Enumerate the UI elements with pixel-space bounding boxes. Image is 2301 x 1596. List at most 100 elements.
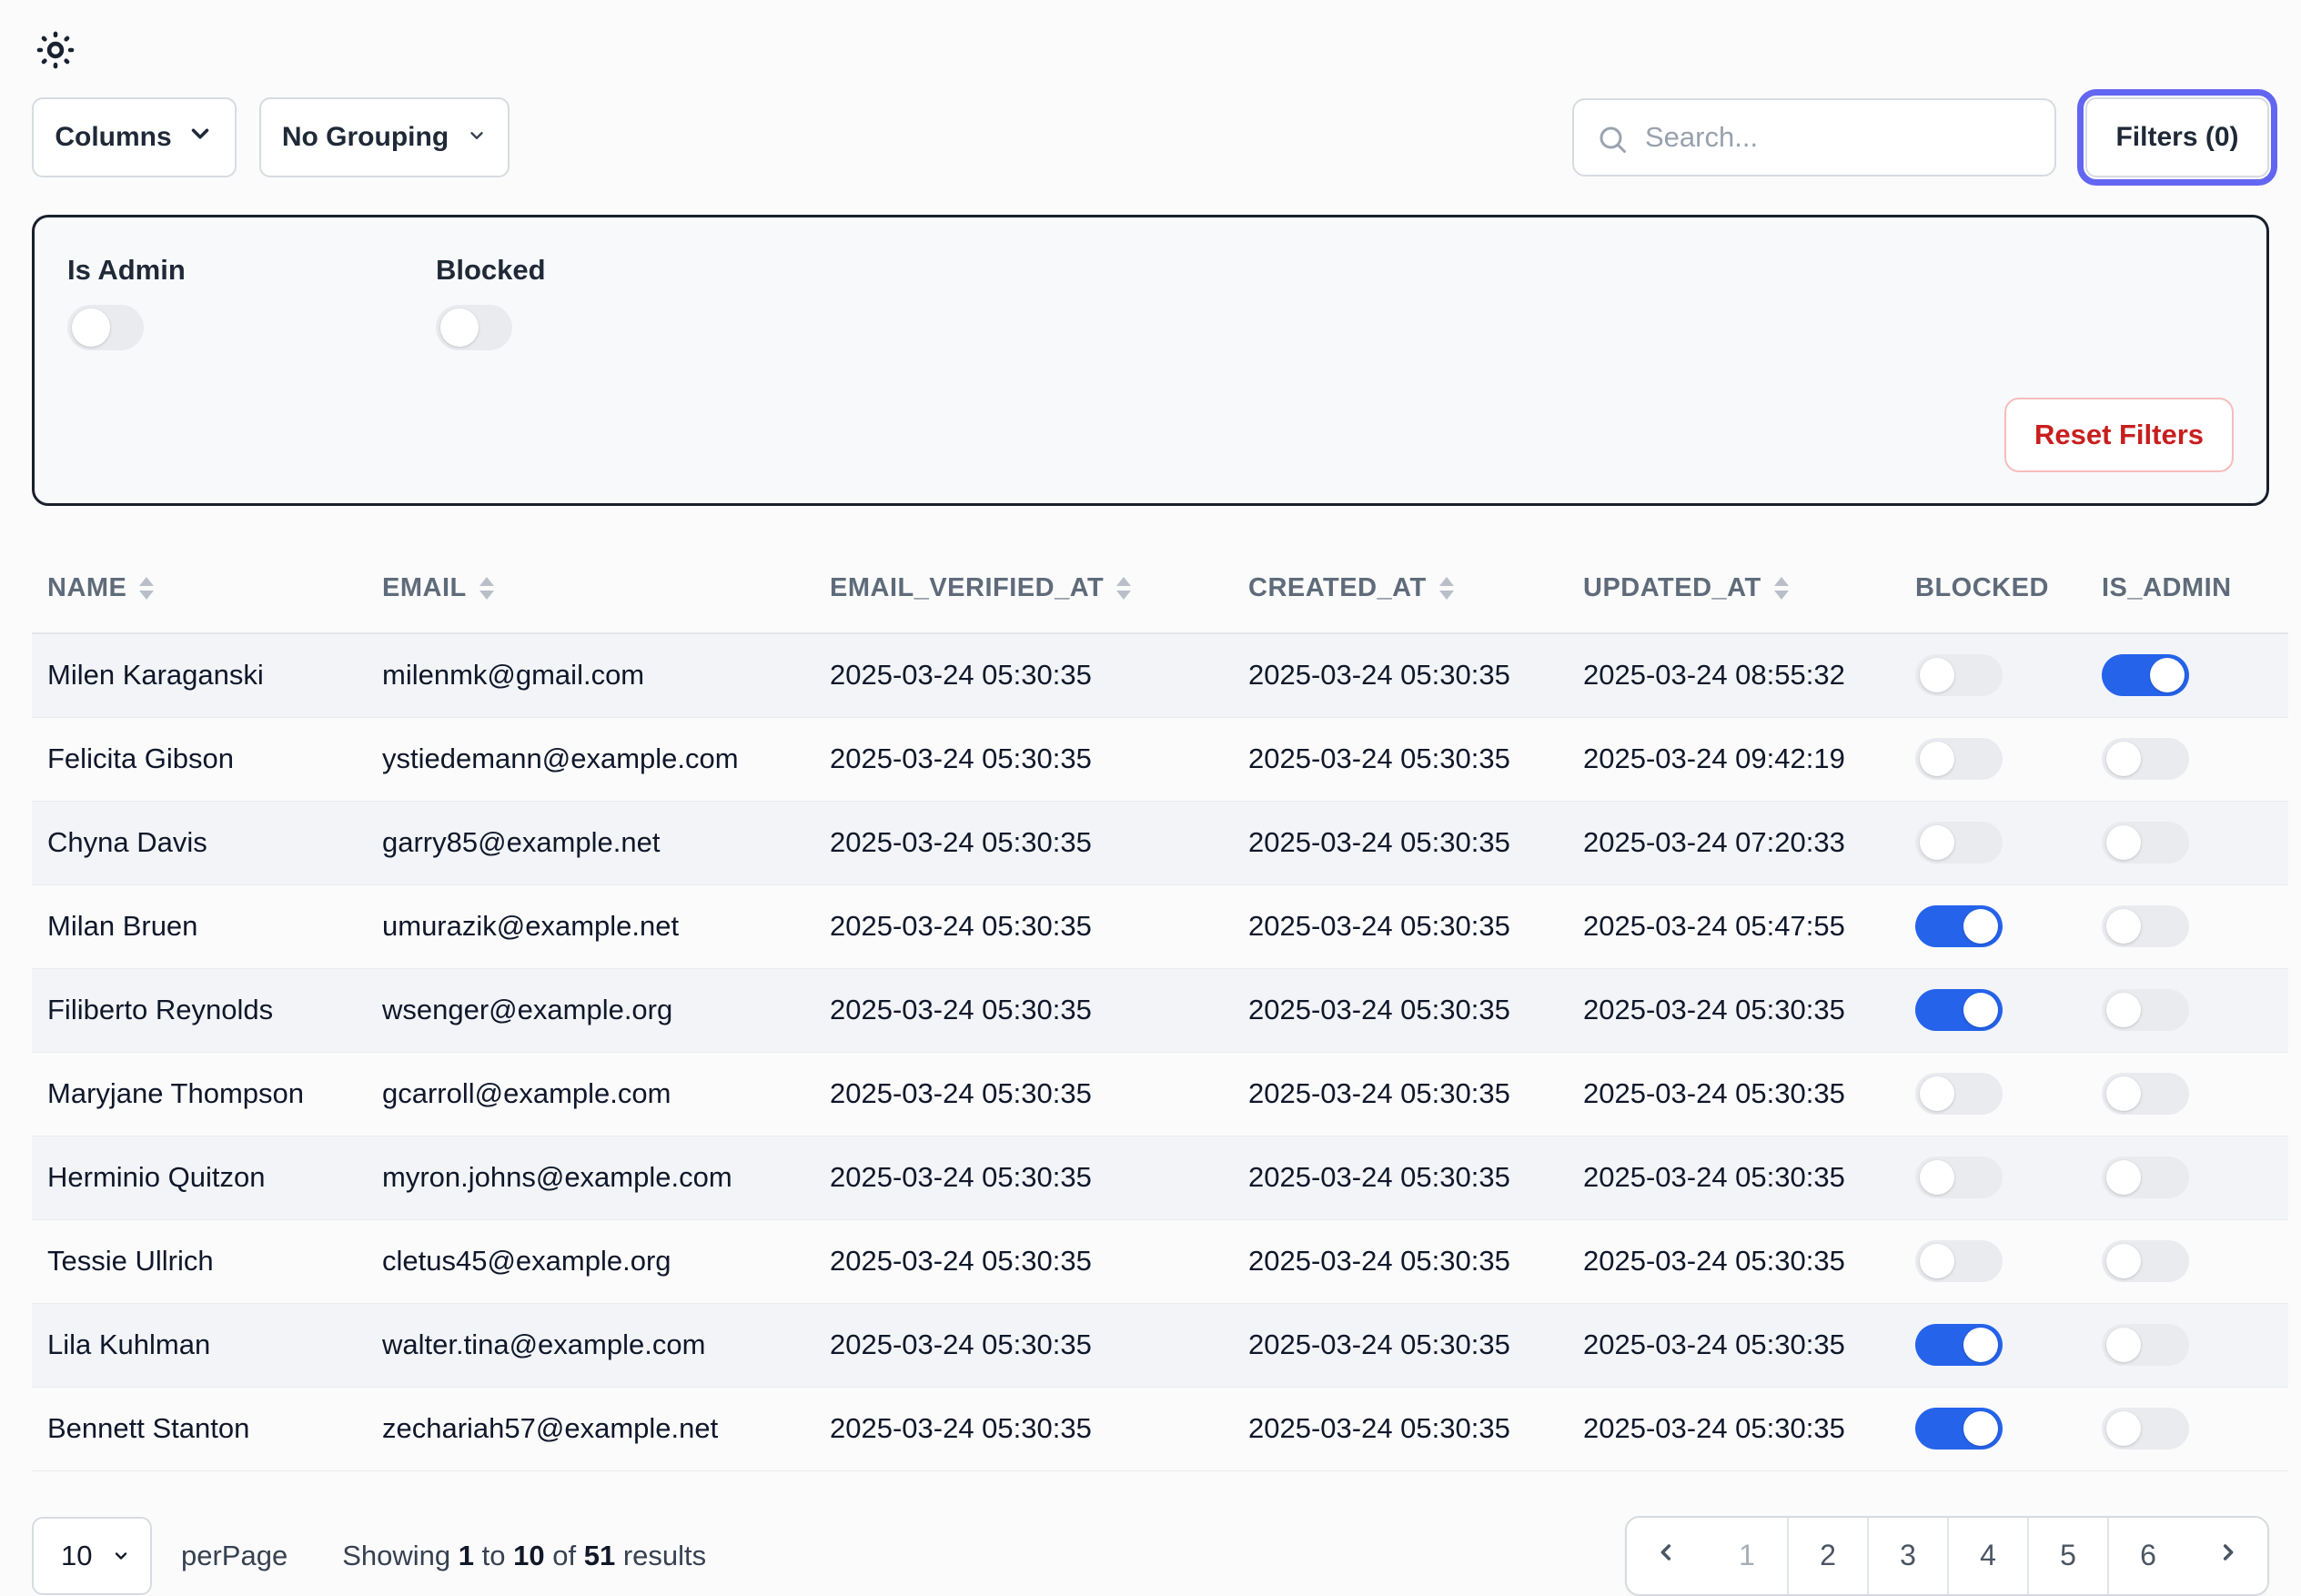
- blocked-toggle[interactable]: [1915, 1324, 2003, 1366]
- is-admin-toggle[interactable]: [2102, 1073, 2189, 1115]
- blocked-filter-toggle[interactable]: [436, 305, 512, 350]
- cell-email: cletus45@example.org: [367, 1219, 814, 1303]
- cell-email_verified_at: 2025-03-24 05:30:35: [814, 717, 1233, 801]
- cell-name: Bennett Stanton: [32, 1387, 367, 1470]
- blocked-toggle[interactable]: [1915, 1408, 2003, 1450]
- blocked-toggle[interactable]: [1915, 989, 2003, 1031]
- cell-is_admin: [2086, 1387, 2288, 1470]
- theme-toggle-button[interactable]: [32, 27, 79, 75]
- is-admin-toggle[interactable]: [2102, 989, 2189, 1031]
- chevron-down-icon: [112, 1540, 130, 1572]
- switch-knob: [2106, 1244, 2141, 1278]
- is-admin-toggle[interactable]: [2102, 1324, 2189, 1366]
- top-bar: [32, 27, 2269, 75]
- blocked-toggle[interactable]: [1915, 822, 2003, 864]
- chevron-right-icon: [2215, 1539, 2240, 1572]
- column-header-updated_at[interactable]: UPDATED_AT: [1568, 544, 1900, 633]
- column-header-blocked: BLOCKED: [1900, 544, 2086, 633]
- cell-name: Chyna Davis: [32, 801, 367, 884]
- grouping-select[interactable]: No Grouping: [259, 97, 510, 177]
- sort-icon: [479, 577, 494, 600]
- cell-blocked: [1900, 717, 2086, 801]
- page-button-1[interactable]: 1: [1707, 1518, 1787, 1594]
- table-row: Herminio Quitzonmyron.johns@example.com2…: [32, 1136, 2288, 1219]
- page-button-6[interactable]: 6: [2107, 1518, 2187, 1594]
- table-row: Maryjane Thompsongcarroll@example.com202…: [32, 1052, 2288, 1136]
- is-admin-filter-toggle[interactable]: [67, 305, 144, 350]
- cell-updated_at: 2025-03-24 05:30:35: [1568, 968, 1900, 1052]
- blocked-toggle[interactable]: [1915, 1073, 2003, 1115]
- pagination-bar: 10 perPage Showing 1 to 10 of 51 results: [32, 1517, 2269, 1595]
- cell-email_verified_at: 2025-03-24 05:30:35: [814, 1219, 1233, 1303]
- cell-email_verified_at: 2025-03-24 05:30:35: [814, 1387, 1233, 1470]
- column-header-created_at[interactable]: CREATED_AT: [1233, 544, 1568, 633]
- is-admin-toggle[interactable]: [2102, 738, 2189, 780]
- switch-knob: [2106, 825, 2141, 860]
- reset-filters-button[interactable]: Reset Filters: [2004, 398, 2234, 472]
- search-input[interactable]: [1645, 121, 2027, 154]
- columns-dropdown-button[interactable]: Columns: [32, 97, 237, 177]
- cell-created_at: 2025-03-24 05:30:35: [1233, 884, 1568, 968]
- switch-knob: [2106, 909, 2141, 944]
- cell-name: Milen Karaganski: [32, 633, 367, 717]
- switch-knob: [440, 308, 479, 347]
- sort-icon: [1116, 577, 1131, 600]
- cell-is_admin: [2086, 1303, 2288, 1387]
- previous-page-button[interactable]: [1627, 1518, 1707, 1594]
- cell-blocked: [1900, 801, 2086, 884]
- blocked-toggle[interactable]: [1915, 905, 2003, 947]
- column-header-is_admin: IS_ADMIN: [2086, 544, 2288, 633]
- cell-is_admin: [2086, 1219, 2288, 1303]
- page-button-5[interactable]: 5: [2027, 1518, 2107, 1594]
- filters-button[interactable]: Filters (0): [2085, 97, 2269, 177]
- table-row: Bennett Stantonzechariah57@example.net20…: [32, 1387, 2288, 1470]
- blocked-toggle[interactable]: [1915, 738, 2003, 780]
- cell-email_verified_at: 2025-03-24 05:30:35: [814, 968, 1233, 1052]
- cell-blocked: [1900, 884, 2086, 968]
- blocked-toggle[interactable]: [1915, 654, 2003, 696]
- cell-updated_at: 2025-03-24 07:20:33: [1568, 801, 1900, 884]
- results-summary: Showing 1 to 10 of 51 results: [342, 1540, 706, 1572]
- cell-name: Felicita Gibson: [32, 717, 367, 801]
- per-page-select[interactable]: 10: [32, 1517, 152, 1595]
- next-page-button[interactable]: [2187, 1518, 2267, 1594]
- cell-email_verified_at: 2025-03-24 05:30:35: [814, 1136, 1233, 1219]
- column-header-email[interactable]: EMAIL: [367, 544, 814, 633]
- cell-name: Lila Kuhlman: [32, 1303, 367, 1387]
- sun-icon: [35, 29, 76, 74]
- is-admin-toggle[interactable]: [2102, 654, 2189, 696]
- cell-updated_at: 2025-03-24 05:30:35: [1568, 1136, 1900, 1219]
- pagination-summary: 10 perPage Showing 1 to 10 of 51 results: [32, 1517, 706, 1595]
- page-button-4[interactable]: 4: [1947, 1518, 2027, 1594]
- cell-created_at: 2025-03-24 05:30:35: [1233, 1303, 1568, 1387]
- cell-name: Maryjane Thompson: [32, 1052, 367, 1136]
- cell-is_admin: [2086, 884, 2288, 968]
- is-admin-toggle[interactable]: [2102, 822, 2189, 864]
- table-row: Chyna Davisgarry85@example.net2025-03-24…: [32, 801, 2288, 884]
- cell-updated_at: 2025-03-24 08:55:32: [1568, 633, 1900, 717]
- is-admin-toggle[interactable]: [2102, 1240, 2189, 1282]
- column-header-name[interactable]: NAME: [32, 544, 367, 633]
- table-row: Lila Kuhlmanwalter.tina@example.com2025-…: [32, 1303, 2288, 1387]
- switch-knob: [1963, 1328, 1998, 1362]
- page-button-2[interactable]: 2: [1787, 1518, 1867, 1594]
- cell-blocked: [1900, 1219, 2086, 1303]
- switch-knob: [2106, 993, 2141, 1027]
- cell-updated_at: 2025-03-24 05:30:35: [1568, 1052, 1900, 1136]
- cell-name: Filiberto Reynolds: [32, 968, 367, 1052]
- page-button-3[interactable]: 3: [1867, 1518, 1947, 1594]
- is-admin-toggle[interactable]: [2102, 905, 2189, 947]
- column-header-email_verified_at[interactable]: EMAIL_VERIFIED_AT: [814, 544, 1233, 633]
- blocked-toggle[interactable]: [1915, 1157, 2003, 1198]
- cell-created_at: 2025-03-24 05:30:35: [1233, 1052, 1568, 1136]
- cell-email: ystiedemann@example.com: [367, 717, 814, 801]
- cell-blocked: [1900, 1303, 2086, 1387]
- is-admin-toggle[interactable]: [2102, 1408, 2189, 1450]
- cell-created_at: 2025-03-24 05:30:35: [1233, 1136, 1568, 1219]
- cell-created_at: 2025-03-24 05:30:35: [1233, 1219, 1568, 1303]
- is-admin-toggle[interactable]: [2102, 1157, 2189, 1198]
- search-box: [1572, 98, 2056, 177]
- column-header-label: IS_ADMIN: [2102, 573, 2232, 603]
- switch-knob: [2106, 1076, 2141, 1111]
- blocked-toggle[interactable]: [1915, 1240, 2003, 1282]
